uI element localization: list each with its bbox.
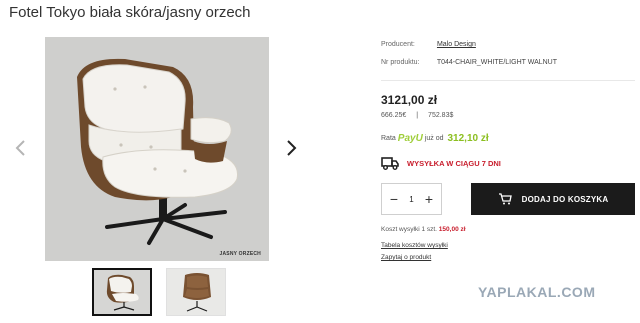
- delivery-text: WYSYŁKA W CIĄGU 7 DNI: [407, 158, 501, 168]
- divider: [381, 80, 635, 81]
- thumbnail-walnut-detail[interactable]: [166, 268, 226, 316]
- quantity-value[interactable]: 1: [409, 195, 413, 204]
- chevron-right-icon: [287, 140, 297, 156]
- quantity-increase-button[interactable]: +: [423, 192, 435, 206]
- shipping-label: Koszt wysyłki 1 szt.: [381, 226, 437, 233]
- payu-logo: PayU: [397, 133, 423, 144]
- sku-row: Nr produktu: T044-CHAIR_WHITE/LIGHT WALN…: [381, 59, 557, 66]
- next-image-arrow[interactable]: [283, 137, 299, 159]
- delivery-info: WYSYŁKA W CIĄGU 7 DNI: [381, 156, 501, 170]
- sku-value: T044-CHAIR_WHITE/LIGHT WALNUT: [436, 59, 558, 66]
- chair-back-thumbnail-image: [183, 273, 211, 312]
- add-to-cart-button[interactable]: DODAJ DO KOSZYKA: [471, 183, 635, 215]
- price-separator: |: [416, 112, 419, 119]
- add-to-cart-label: DODAJ DO KOSZYKA: [521, 194, 609, 204]
- quantity-stepper[interactable]: − 1 +: [381, 183, 442, 215]
- thumbnail-white-chair[interactable]: [92, 268, 152, 316]
- sku-label: Nr produktu:: [381, 59, 420, 66]
- rata-price: 312,10 zł: [447, 133, 489, 144]
- truck-icon: [381, 157, 399, 170]
- shipping-amount: 150,00 zł: [438, 226, 466, 233]
- installment-row[interactable]: Rata PayU już od 312,10 zł: [381, 133, 489, 144]
- image-caption: JASNY ORZECH: [219, 251, 261, 257]
- site-watermark: YAPLAKAL.COM: [478, 284, 596, 300]
- chevron-left-icon: [15, 140, 25, 156]
- price-eur: 666.25€: [381, 112, 407, 119]
- product-main-image[interactable]: JASNY ORZECH: [45, 37, 269, 261]
- ask-product-link[interactable]: Zapytaj o produkt: [381, 254, 431, 261]
- rata-label: Rata: [381, 135, 396, 142]
- producer-label: Producent:: [381, 41, 415, 48]
- prev-image-arrow[interactable]: [13, 137, 29, 159]
- rata-from: już od: [424, 135, 444, 142]
- chair-thumbnail-image: [106, 274, 139, 311]
- product-price: 3121,00 zł: [381, 93, 438, 107]
- producer-link[interactable]: Malo Design: [437, 41, 476, 48]
- shipping-table-link[interactable]: Tabela kosztów wysyłki: [381, 242, 448, 249]
- alt-currency-prices: 666.25€ | 752.83$: [381, 112, 461, 119]
- price-usd: 752.83$: [428, 112, 454, 119]
- shipping-cost: Koszt wysyłki 1 szt. 150,00 zł: [381, 226, 466, 233]
- cart-icon: [498, 193, 512, 205]
- product-title: Fotel Tokyo biała skóra/jasny orzech: [9, 4, 251, 21]
- quantity-decrease-button[interactable]: −: [388, 192, 400, 206]
- producer-row: Producent: Malo Design: [381, 41, 476, 48]
- lounge-chair-image: [77, 58, 239, 245]
